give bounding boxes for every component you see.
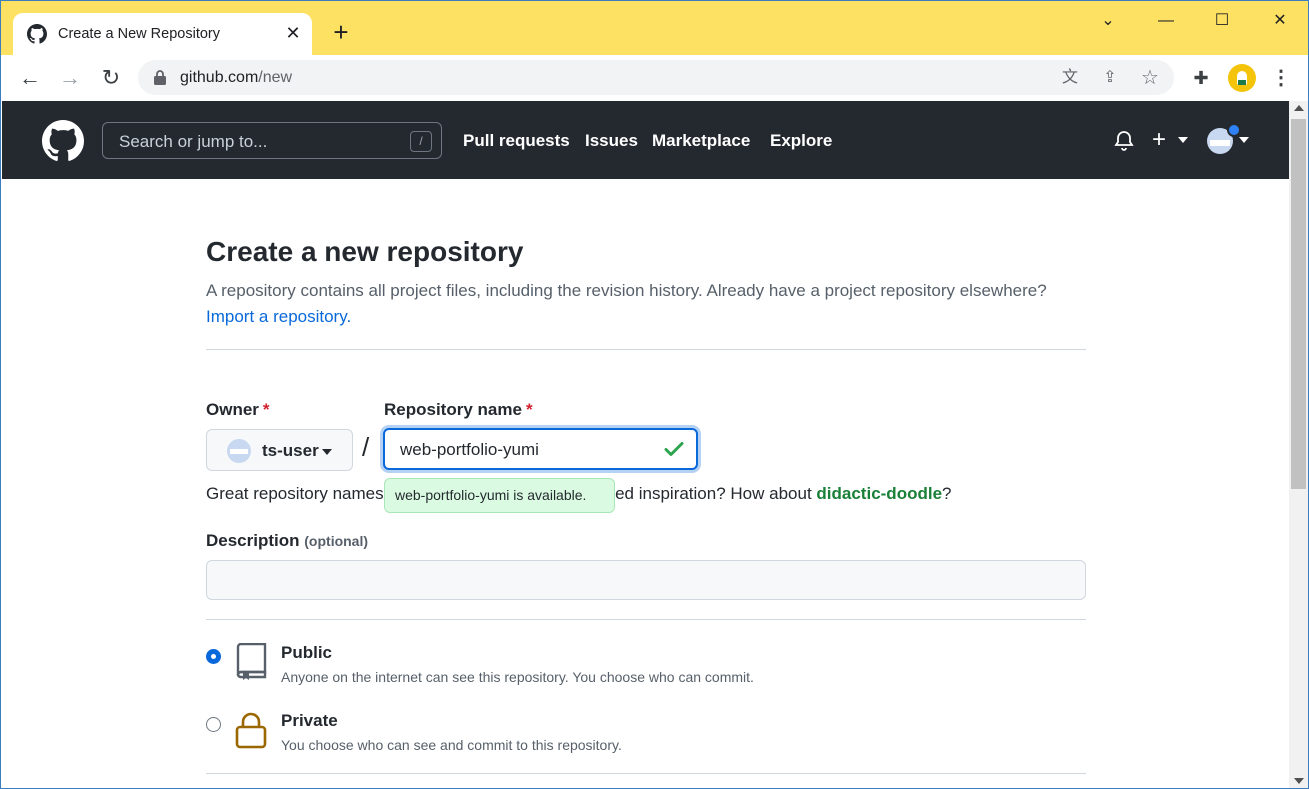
import-repository-link[interactable]: Import a repository. bbox=[206, 307, 351, 326]
visibility-public-desc: Anyone on the internet can see this repo… bbox=[281, 669, 754, 685]
browser-tabbar: Create a New Repository ✕ + ⌄ — ☐ ✕ bbox=[1, 1, 1308, 55]
divider bbox=[206, 619, 1086, 620]
lock-icon bbox=[154, 70, 166, 85]
user-menu-caret-icon[interactable] bbox=[1239, 137, 1249, 143]
visibility-private-radio[interactable] bbox=[206, 717, 221, 732]
tab-title: Create a New Repository bbox=[58, 26, 220, 42]
nav-explore[interactable]: Explore bbox=[770, 131, 832, 151]
address-bar[interactable]: github.com/new ⽂ ⇪ ☆ bbox=[138, 60, 1174, 95]
browser-menu-icon[interactable]: ⋮ bbox=[1269, 66, 1293, 90]
browser-window: Create a New Repository ✕ + ⌄ — ☐ ✕ ← → … bbox=[0, 0, 1309, 789]
page-subtitle: A repository contains all project files,… bbox=[206, 281, 1047, 326]
reload-icon[interactable]: ↻ bbox=[96, 63, 126, 93]
minimize-icon[interactable]: — bbox=[1151, 9, 1181, 33]
search-placeholder: Search or jump to... bbox=[119, 132, 268, 151]
github-logo-icon[interactable] bbox=[42, 120, 84, 162]
create-new-caret-icon[interactable] bbox=[1178, 137, 1188, 143]
availability-tooltip: web-portfolio-yumi is available. bbox=[384, 478, 615, 513]
nav-issues[interactable]: Issues bbox=[585, 131, 638, 151]
github-header: Search or jump to... / Pull requests Iss… bbox=[2, 101, 1289, 179]
back-icon[interactable]: ← bbox=[15, 63, 45, 93]
repo-book-icon bbox=[236, 643, 267, 680]
close-icon[interactable]: ✕ bbox=[1265, 9, 1295, 33]
nav-pull-requests[interactable]: Pull requests bbox=[463, 131, 570, 151]
checkmark-icon bbox=[664, 442, 684, 456]
chevron-down-icon[interactable]: ⌄ bbox=[1093, 9, 1123, 33]
suggested-name-link[interactable]: didactic-doodle bbox=[816, 484, 942, 503]
scroll-down-arrow-icon[interactable] bbox=[1294, 778, 1304, 784]
owner-avatar bbox=[227, 439, 251, 463]
repo-name-value: web-portfolio-yumi bbox=[400, 440, 539, 459]
maximize-icon[interactable]: ☐ bbox=[1207, 9, 1237, 33]
scroll-thumb[interactable] bbox=[1291, 119, 1306, 489]
translate-icon[interactable]: ⽂ bbox=[1060, 68, 1080, 88]
status-dot bbox=[1227, 123, 1241, 137]
new-tab-button[interactable]: + bbox=[327, 19, 355, 47]
repo-name-input[interactable]: web-portfolio-yumi bbox=[383, 428, 698, 470]
tab-close-icon[interactable]: ✕ bbox=[283, 23, 303, 43]
scroll-up-arrow-icon[interactable] bbox=[1294, 105, 1304, 111]
create-new-plus-icon[interactable]: + bbox=[1152, 126, 1166, 154]
page-title: Create a new repository bbox=[206, 236, 524, 267]
search-shortcut-key: / bbox=[410, 131, 432, 152]
visibility-private-desc: You choose who can see and commit to thi… bbox=[281, 737, 622, 753]
extensions-puzzle-icon[interactable]: ✚ bbox=[1189, 66, 1213, 90]
share-icon[interactable]: ⇪ bbox=[1100, 68, 1120, 88]
browser-toolbar: ← → ↻ github.com/new ⽂ ⇪ ☆ ✚ ⋮ bbox=[1, 55, 1308, 101]
description-input[interactable] bbox=[206, 560, 1086, 600]
divider bbox=[206, 349, 1086, 350]
page-scrollbar[interactable] bbox=[1289, 101, 1308, 788]
forward-icon[interactable]: → bbox=[55, 63, 85, 93]
search-input[interactable]: Search or jump to... / bbox=[102, 122, 442, 159]
divider bbox=[206, 773, 1086, 774]
repo-name-label: Repository name * bbox=[384, 400, 533, 419]
owner-label: Owner * bbox=[206, 400, 270, 419]
owner-repo-separator: / bbox=[362, 432, 370, 462]
visibility-private-title: Private bbox=[281, 711, 338, 730]
visibility-public-title: Public bbox=[281, 643, 333, 662]
nav-marketplace[interactable]: Marketplace bbox=[652, 131, 750, 151]
visibility-public-radio[interactable] bbox=[206, 649, 221, 664]
notifications-bell-icon[interactable] bbox=[1112, 129, 1136, 153]
extension-profile-icon[interactable] bbox=[1228, 64, 1256, 92]
description-label: Description (optional) bbox=[206, 531, 369, 550]
url-text: github.com/new bbox=[180, 69, 293, 86]
owner-caret-icon bbox=[322, 449, 332, 455]
github-favicon-icon bbox=[27, 24, 47, 44]
star-icon[interactable]: ☆ bbox=[1140, 68, 1160, 88]
owner-select-button[interactable]: ts-user bbox=[206, 429, 353, 471]
owner-name: ts-user bbox=[262, 441, 319, 460]
browser-tab[interactable]: Create a New Repository ✕ bbox=[13, 13, 312, 55]
lock-icon bbox=[235, 712, 267, 749]
